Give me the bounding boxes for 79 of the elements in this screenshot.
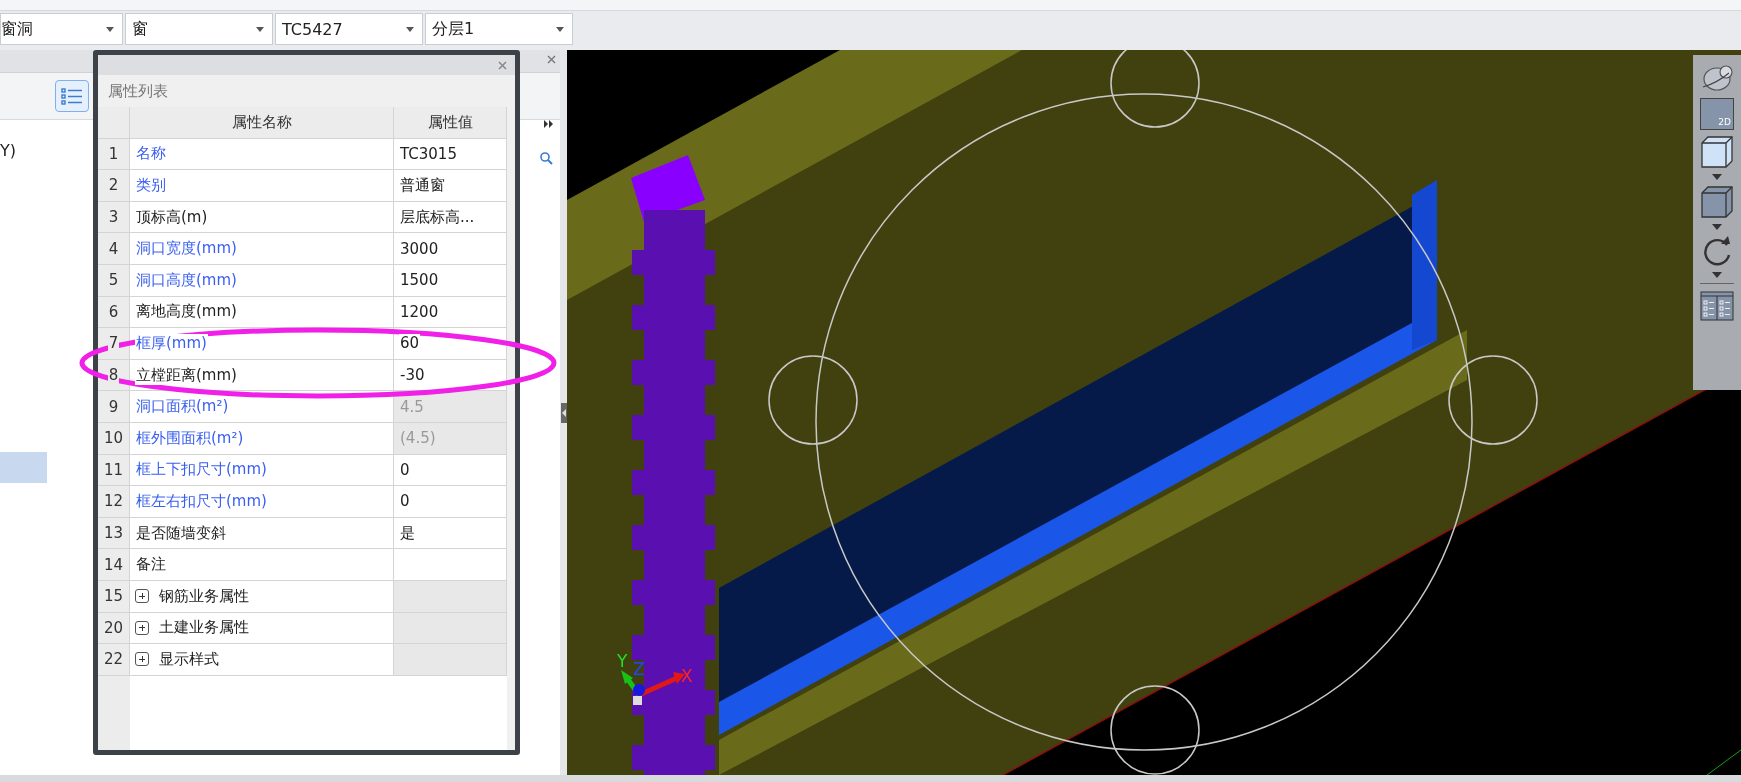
property-value[interactable]: 1200 <box>394 296 507 329</box>
column-header: 属性名称 <box>130 107 394 139</box>
row-number: 3 <box>98 201 130 234</box>
caret-icon <box>256 26 264 32</box>
property-name: 顶标高(m) <box>130 201 394 234</box>
rotate-icon[interactable] <box>1701 235 1733 267</box>
list-icon <box>61 87 83 105</box>
list-view-button[interactable] <box>55 80 89 112</box>
group-name: 钢筋业务属性 <box>159 586 249 606</box>
row-number: 13 <box>98 517 130 550</box>
property-name: 洞口高度(mm) <box>130 264 394 297</box>
grid-line <box>1706 749 1741 775</box>
dropdown-caret-icon[interactable] <box>1712 174 1722 180</box>
row-number: 1 <box>98 138 130 171</box>
solid-cube-icon[interactable] <box>1700 185 1734 219</box>
group-row[interactable]: 土建业务属性 <box>130 612 394 645</box>
property-name: 备注 <box>130 549 394 581</box>
row-number: 11 <box>98 454 130 487</box>
dropdown[interactable]: 窗 <box>125 13 273 45</box>
group-name: 土建业务属性 <box>159 618 249 638</box>
property-value: 4.5 <box>394 391 507 423</box>
property-name: 洞口宽度(mm) <box>130 233 394 265</box>
expand-icon[interactable] <box>135 652 149 667</box>
property-name: 框外围面积(m²) <box>130 422 394 455</box>
property-name: 名称 <box>130 138 394 171</box>
property-name: 框左右扣尺寸(mm) <box>130 486 394 518</box>
dropdown-caret-icon[interactable] <box>1712 224 1722 230</box>
row-number: 6 <box>98 296 130 329</box>
caret-icon <box>406 26 414 32</box>
row-number: 22 <box>98 644 130 676</box>
property-value: (4.5) <box>394 422 507 455</box>
row-number: 15 <box>98 580 130 613</box>
property-value[interactable]: 1500 <box>394 264 507 297</box>
close-icon[interactable] <box>498 60 507 70</box>
property-value[interactable]: 是 <box>394 517 507 550</box>
property-name: 离地高度(mm) <box>130 296 394 329</box>
search-icon[interactable] <box>540 152 553 165</box>
y-axis-label: Y <box>617 651 628 671</box>
property-value[interactable]: TC3015 <box>394 138 507 171</box>
row-number: 4 <box>98 233 130 265</box>
property-value[interactable]: 普通窗 <box>394 170 507 202</box>
row-number: 20 <box>98 612 130 645</box>
group-row[interactable]: 显示样式 <box>130 644 394 676</box>
row-number: 10 <box>98 422 130 455</box>
property-value[interactable]: 0 <box>394 486 507 518</box>
orbit-sphere-icon[interactable] <box>1700 63 1734 93</box>
row-number: 2 <box>98 170 130 202</box>
expand-icon[interactable] <box>135 620 149 635</box>
group-name: 显示样式 <box>159 649 219 669</box>
property-name: 是否随墙变斜 <box>130 517 394 550</box>
property-name: 框上下扣尺寸(mm) <box>130 454 394 487</box>
dropdown[interactable]: 分层1 <box>425 13 573 45</box>
property-value[interactable]: 0 <box>394 454 507 487</box>
row-number: 14 <box>98 549 130 581</box>
z-axis-label: Z <box>633 659 645 679</box>
group-row[interactable]: 钢筋业务属性 <box>130 580 394 613</box>
dropdown[interactable]: 窗洞 <box>0 13 123 45</box>
selection-highlight <box>0 452 47 483</box>
row-number: 5 <box>98 264 130 297</box>
property-name: 类别 <box>130 170 394 202</box>
dropdown-caret-icon[interactable] <box>1712 272 1722 278</box>
x-axis-label: X <box>681 666 693 686</box>
property-name: 立樘距离(mm) <box>130 359 394 392</box>
caret-icon <box>106 26 114 32</box>
property-value[interactable]: 层底标高... <box>394 201 507 234</box>
wireframe-cube-icon[interactable] <box>1700 135 1734 169</box>
caret-icon <box>556 26 564 32</box>
header-cell <box>98 107 130 139</box>
expand-icon[interactable] <box>135 589 149 604</box>
close-icon[interactable] <box>547 55 556 64</box>
checklist-icon[interactable] <box>1700 289 1734 321</box>
dropdown[interactable]: TC5427 <box>275 13 423 45</box>
tree-item[interactable]: Y) <box>0 136 16 166</box>
double-arrow-icon[interactable] <box>544 120 554 128</box>
property-value[interactable]: 3000 <box>394 233 507 265</box>
panel-title: 属性列表 <box>107 81 169 102</box>
row-number: 9 <box>98 391 130 423</box>
row-number: 12 <box>98 486 130 518</box>
column-header: 属性值 <box>394 107 507 139</box>
